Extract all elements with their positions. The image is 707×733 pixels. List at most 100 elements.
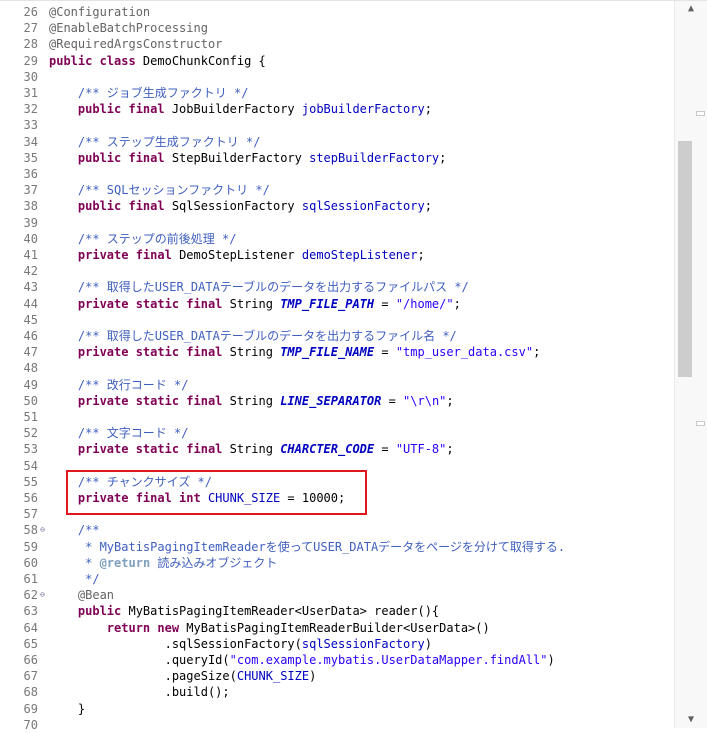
code-token: @Bean	[77, 588, 115, 603]
line-number: 36	[23, 167, 38, 181]
code-token: ;	[417, 248, 425, 262]
code-line: 27 @EnableBatchProcessing	[0, 20, 672, 36]
code-line: 36	[0, 166, 672, 182]
fold-toggle-icon[interactable]: ⊖	[38, 590, 47, 599]
code-line: 48	[0, 360, 672, 376]
line-number: 27	[23, 21, 38, 36]
line-number: 52	[23, 426, 38, 441]
code-token: "com.example.mybatis.UserDataMapper.find…	[229, 653, 548, 667]
line-number: 33	[23, 118, 38, 133]
code-token: private static final	[77, 393, 230, 408]
code-token: DemoChunkConfig {	[142, 53, 266, 68]
overview-ruler-marker[interactable]	[696, 111, 705, 116]
code-token: ;	[424, 102, 432, 117]
code-token: *	[77, 555, 100, 570]
code-token: demoStepListener	[301, 248, 418, 262]
line-source: /** 取得したUSER_DATAテーブルのデータを出力するファイル名 */	[49, 328, 457, 344]
line-number: 40	[23, 231, 38, 246]
code-token: return new	[106, 620, 187, 635]
code-line: 26 @Configuration	[0, 4, 672, 20]
line-source: public final JobBuilderFactory jobBuilde…	[49, 101, 432, 117]
code-line: 61 */	[0, 571, 672, 587]
code-line: 63 public MyBatisPagingItemReader<UserDa…	[0, 603, 672, 619]
code-token: .sqlSessionFactory(	[49, 636, 302, 651]
chunk-size-highlight-box	[66, 470, 367, 515]
code-token: =	[374, 345, 396, 360]
code-line: 29 public class DemoChunkConfig {	[0, 53, 672, 69]
line-number: 63	[23, 604, 38, 619]
code-token: .build();	[49, 685, 230, 700]
line-number: 43	[23, 280, 38, 295]
code-line: 28 @RequiredArgsConstructor	[0, 36, 672, 52]
code-token: "\r\n"	[403, 393, 447, 408]
line-number: 70	[23, 717, 38, 732]
line-source: public final SqlSessionFactory sqlSessio…	[49, 198, 432, 214]
code-token: @EnableBatchProcessing	[49, 21, 208, 36]
line-source: private static final String LINE_SEPARAT…	[49, 393, 454, 409]
line-source: @RequiredArgsConstructor	[49, 36, 222, 52]
line-source: /**	[49, 522, 100, 538]
line-number: 38	[23, 199, 38, 214]
code-token: @return	[99, 555, 151, 570]
code-token: /** 改行コード */	[77, 377, 189, 392]
code-line: 67 .pageSize(CHUNK_SIZE)	[0, 668, 672, 684]
line-source: }	[49, 701, 85, 717]
line-number: 69	[23, 701, 38, 716]
code-editor[interactable]: 26 @Configuration 27 @EnableBatchProcessing…	[0, 0, 707, 732]
code-line: 45	[0, 312, 672, 328]
code-token: /**	[77, 523, 100, 538]
code-line: 68 .build();	[0, 684, 672, 700]
code-token: ;	[446, 393, 454, 408]
line-source: /** ジョブ生成ファクトリ */	[49, 85, 249, 101]
code-line: 35 public final StepBuilderFactory stepB…	[0, 150, 672, 166]
code-token: StepBuilderFactory	[171, 150, 310, 165]
code-token: String	[229, 296, 281, 311]
line-number: 54	[23, 458, 38, 473]
code-token: "/home/"	[395, 296, 454, 311]
code-line: 43 /** 取得したUSER_DATAテーブルのデータを出力するファイルパス …	[0, 279, 672, 295]
code-token: )	[424, 636, 432, 651]
code-token: SqlSessionFactory	[171, 199, 302, 214]
code-line: 34 /** ステップ生成ファクトリ */	[0, 134, 672, 150]
scroll-up-arrow-icon[interactable]: ▲	[675, 1, 707, 17]
code-token: JobBuilderFactory	[171, 102, 302, 117]
line-number: 66	[23, 653, 38, 667]
overview-ruler-marker[interactable]	[696, 421, 705, 426]
code-token: TMP_FILE_PATH	[280, 296, 375, 311]
code-line: 49 /** 改行コード */	[0, 377, 672, 393]
code-token: DemoStepListener	[179, 248, 302, 262]
code-line: 62 ⊖ @Bean	[0, 587, 672, 603]
code-token: /** 取得したUSER_DATAテーブルのデータを出力するファイルパス */	[77, 280, 469, 295]
code-token: CHARCTER_CODE	[280, 442, 375, 457]
code-token: ;	[424, 199, 432, 214]
code-token: private final	[77, 248, 180, 262]
line-number: 61	[23, 572, 38, 586]
scrollbar-thumb[interactable]	[678, 141, 692, 377]
line-source: return new MyBatisPagingItemReaderBuilde…	[49, 620, 490, 636]
scroll-down-arrow-icon[interactable]: ▼	[675, 712, 707, 728]
line-number: 41	[23, 248, 38, 262]
code-token: ;	[453, 296, 461, 311]
code-token: .pageSize(	[49, 669, 237, 684]
vertical-scrollbar[interactable]: ▲ ▼	[674, 1, 707, 728]
fold-toggle-icon[interactable]: ⊖	[38, 525, 47, 534]
line-number: 46	[23, 329, 38, 343]
code-token: public final	[77, 150, 172, 165]
line-number: 29	[23, 53, 38, 68]
line-number: 60	[23, 555, 38, 570]
line-source: @EnableBatchProcessing	[49, 20, 208, 36]
line-number: 56	[23, 491, 38, 505]
line-source: .sqlSessionFactory(sqlSessionFactory)	[49, 636, 432, 652]
line-source: private final DemoStepListener demoStepL…	[49, 247, 425, 263]
line-number: 45	[23, 312, 38, 327]
line-number: 65	[23, 636, 38, 651]
code-line: 51	[0, 409, 672, 425]
line-number: 58	[23, 523, 38, 538]
code-token: 読み込みオブジェクト	[150, 555, 278, 570]
code-token: String	[229, 345, 281, 360]
code-token: LINE_SEPARATOR	[280, 393, 382, 408]
